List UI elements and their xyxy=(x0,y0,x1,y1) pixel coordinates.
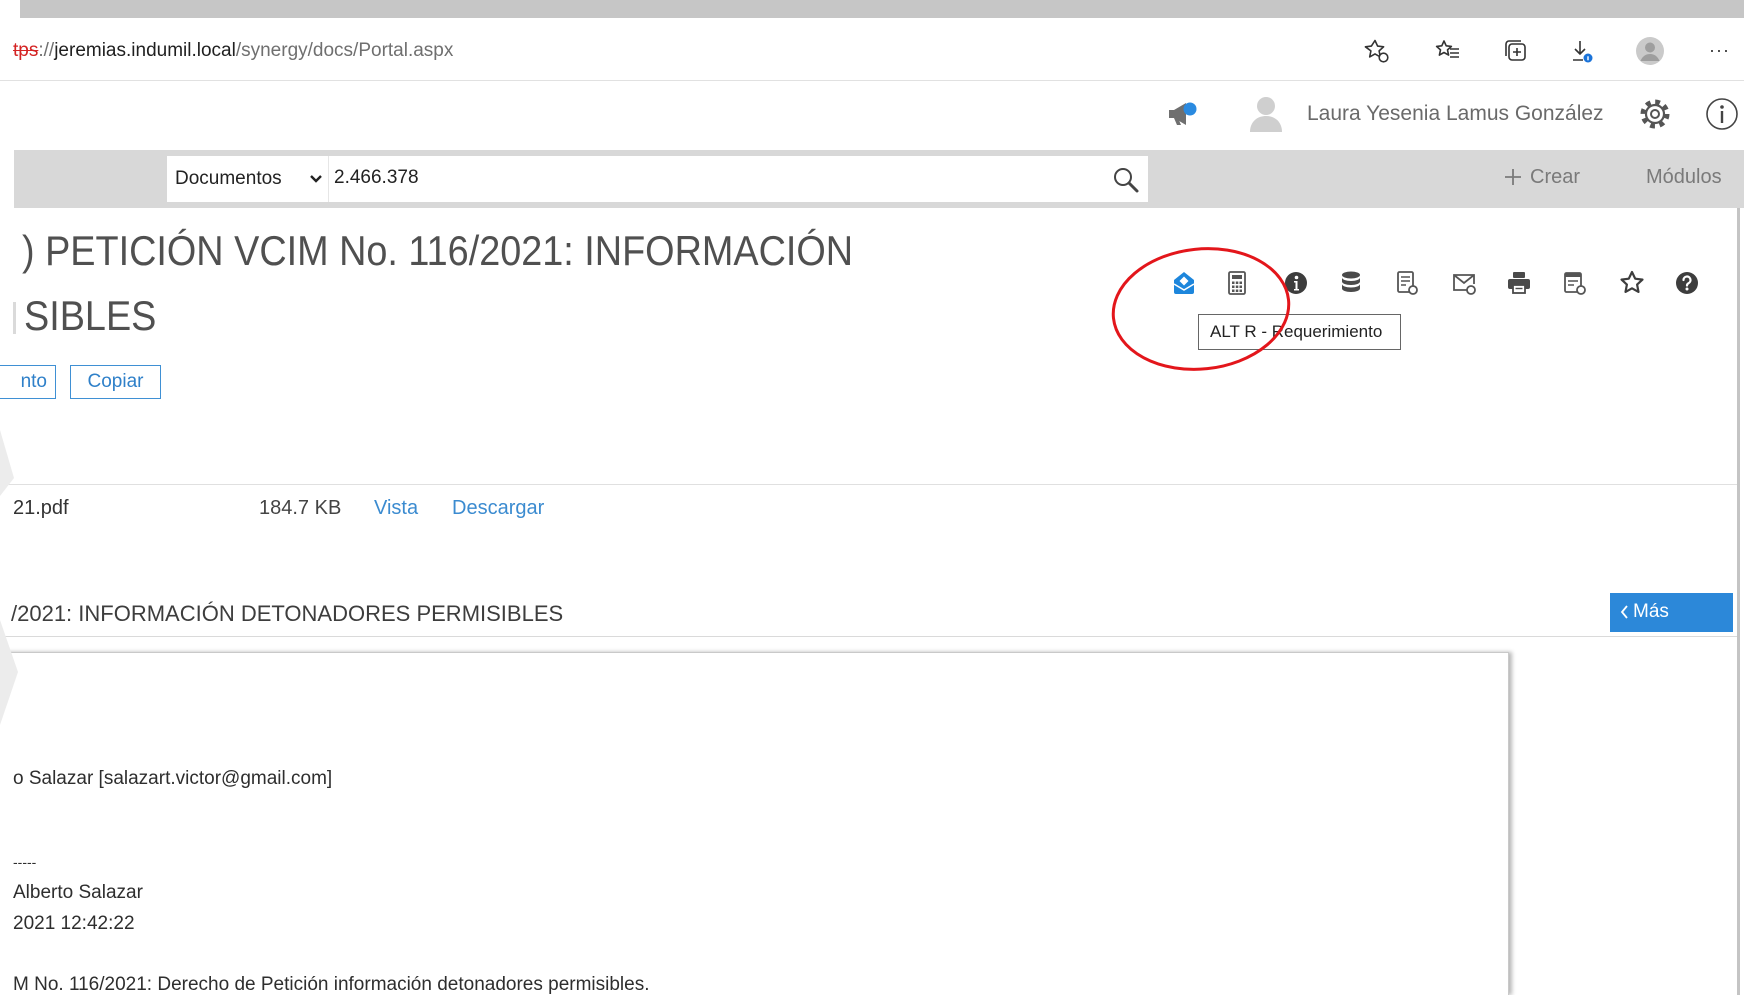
divider xyxy=(0,484,1737,485)
document-settings-icon[interactable] xyxy=(1561,269,1589,297)
announcements-icon[interactable] xyxy=(1166,99,1198,129)
attachment-file-name: 21.pdf xyxy=(13,497,69,519)
profile-icon[interactable] xyxy=(1635,36,1665,66)
section-title: /2021: INFORMACIÓN DETONADORES PERMISIBL… xyxy=(11,601,564,626)
add-favorite-icon[interactable] xyxy=(1364,38,1390,64)
chevron-left-icon xyxy=(1619,604,1629,620)
favorites-icon[interactable] xyxy=(1435,38,1461,64)
email-subject-line: M No. 116/2021: Derecho de Petición info… xyxy=(13,974,650,995)
email-preview-panel xyxy=(0,652,1509,995)
copy-button[interactable]: Copiar xyxy=(70,365,161,399)
chevron-down-icon[interactable] xyxy=(309,174,323,184)
modules-button[interactable]: Módulos xyxy=(1646,165,1722,189)
user-name[interactable]: Laura Yesenia Lamus González xyxy=(1307,102,1604,126)
document-title-line-2: SIBLES xyxy=(24,292,157,339)
highlight-ellipse xyxy=(1108,243,1294,375)
browser-tab-strip xyxy=(20,0,1744,18)
address-bar[interactable]: tps://jeremias.indumil.local/synergy/doc… xyxy=(13,40,453,62)
create-button-label: Crear xyxy=(1530,166,1581,188)
help-icon[interactable] xyxy=(1673,269,1701,297)
document-list-icon[interactable] xyxy=(1393,269,1421,297)
url-scheme: tps xyxy=(13,40,39,61)
email-separator-line: ----- xyxy=(13,854,37,870)
more-button-label: Más xyxy=(1633,601,1669,622)
printer-icon[interactable] xyxy=(1505,269,1533,297)
document-title-line-1: ) PETICIÓN VCIM No. 116/2021: INFORMACIÓ… xyxy=(22,227,854,274)
more-icon[interactable]: ··· xyxy=(1709,38,1730,62)
email-from-line: Alberto Salazar xyxy=(13,882,143,903)
scrollbar-edge[interactable] xyxy=(1737,208,1740,995)
collections-icon[interactable] xyxy=(1503,38,1529,64)
clipped-title-glyph xyxy=(13,302,16,334)
email-date-line: 2021 12:42:22 xyxy=(13,913,135,934)
background-shape xyxy=(0,380,20,740)
url-path: /synergy/docs/Portal.aspx xyxy=(235,40,454,61)
email-sender-line: o Salazar [salazart.victor@gmail.com] xyxy=(13,768,333,789)
mail-check-icon[interactable] xyxy=(1450,269,1478,297)
plus-icon xyxy=(1503,167,1523,187)
info-icon[interactable] xyxy=(1705,97,1739,131)
user-avatar-icon[interactable] xyxy=(1248,95,1284,133)
category-select-value: Documentos xyxy=(175,168,282,189)
downloads-icon[interactable] xyxy=(1569,38,1595,64)
settings-icon[interactable] xyxy=(1638,97,1672,131)
url-host: jeremias.indumil.local xyxy=(54,40,236,61)
attachment-row xyxy=(0,496,700,522)
attachment-download-link[interactable]: Descargar xyxy=(452,496,544,520)
attachment-file-size: 184.7 KB xyxy=(259,497,342,519)
section-divider xyxy=(0,636,1737,637)
search-input-value: 2.466.378 xyxy=(334,167,419,188)
url-separator: :// xyxy=(38,40,55,61)
search-input[interactable] xyxy=(328,156,1148,202)
database-icon[interactable] xyxy=(1337,269,1365,297)
star-icon[interactable] xyxy=(1618,269,1646,297)
attachment-view-link[interactable]: Vista xyxy=(374,496,418,520)
search-icon[interactable] xyxy=(1112,166,1140,194)
